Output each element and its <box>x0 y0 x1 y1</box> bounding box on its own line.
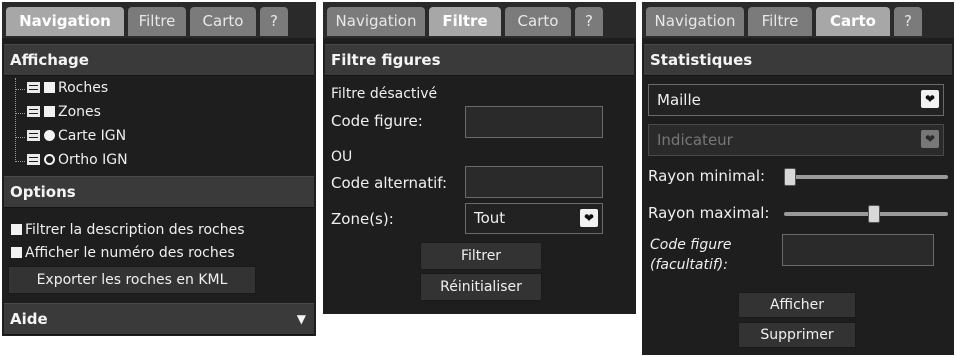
code-alt-label: Code alternatif: <box>331 174 448 192</box>
rayon-max-slider[interactable] <box>784 204 948 224</box>
layer-label: Roches <box>58 80 109 96</box>
tab-carto[interactable]: Carto <box>816 7 890 36</box>
tab-bar: Navigation Filtre Carto ? <box>642 2 954 38</box>
tab-navigation[interactable]: Navigation <box>327 7 425 36</box>
radio-icon[interactable] <box>44 154 55 165</box>
code-figure-input[interactable] <box>782 234 934 266</box>
filtre-panel: Navigation Filtre Carto ? Filtre figures… <box>323 2 636 314</box>
option-filter-description[interactable]: Filtrer la description des roches <box>11 222 245 238</box>
slider-track[interactable] <box>784 212 948 216</box>
option-show-number[interactable]: Afficher le numéro des roches <box>11 245 235 261</box>
option-label: Afficher le numéro des roches <box>25 245 235 261</box>
show-button[interactable]: Afficher <box>738 292 856 318</box>
layer-label: Zones <box>58 104 101 120</box>
tab-help[interactable]: ? <box>260 7 288 36</box>
zones-select[interactable]: Tout ❤ <box>465 203 603 234</box>
section-options[interactable]: Options <box>4 176 314 208</box>
export-kml-button[interactable]: Exporter les roches en KML <box>8 266 256 294</box>
rayon-min-slider[interactable] <box>784 167 948 187</box>
triangle-down-icon[interactable]: ▼ <box>297 304 306 334</box>
zones-value: Tout <box>474 209 506 227</box>
tree-branch <box>15 113 25 114</box>
tab-bar: Navigation Filtre Carto ? <box>323 2 636 38</box>
layer-list-icon <box>27 130 40 141</box>
tab-carto[interactable]: Carto <box>505 7 571 36</box>
checkbox-icon[interactable] <box>11 224 22 235</box>
maille-select[interactable]: Maille ❤ <box>648 84 944 116</box>
layer-item-carte-ign[interactable]: Carte IGN <box>27 128 126 144</box>
radio-icon[interactable] <box>44 130 55 141</box>
maille-value: Maille <box>657 91 701 109</box>
chevron-down-icon[interactable]: ❤ <box>921 130 939 148</box>
filter-button[interactable]: Filtrer <box>420 242 542 270</box>
tab-help[interactable]: ? <box>575 7 603 36</box>
tab-filtre[interactable]: Filtre <box>748 7 812 36</box>
indicateur-value: Indicateur <box>657 131 733 149</box>
rayon-min-label: Rayon minimal: <box>648 167 766 185</box>
tree-branch <box>15 89 25 90</box>
rayon-max-label: Rayon maximal: <box>648 204 770 222</box>
slider-handle-icon[interactable] <box>868 205 880 223</box>
chevron-down-icon[interactable]: ❤ <box>921 90 939 108</box>
code-figure-label: Code figure: <box>331 112 423 130</box>
ou-label: OU <box>331 149 353 165</box>
navigation-panel: Navigation Filtre Carto ? Affichage Roch… <box>2 2 316 336</box>
tab-filtre[interactable]: Filtre <box>128 7 186 36</box>
tab-navigation[interactable]: Navigation <box>646 7 744 36</box>
layer-label: Ortho IGN <box>58 152 128 168</box>
code-alt-input[interactable] <box>465 166 603 198</box>
carto-panel: Navigation Filtre Carto ? Statistiques M… <box>642 2 954 355</box>
chevron-down-icon[interactable]: ❤ <box>580 209 598 227</box>
section-title: Filtre figures <box>331 51 441 69</box>
option-label: Filtrer la description des roches <box>25 222 245 238</box>
code-figure-input[interactable] <box>465 106 603 138</box>
tab-carto[interactable]: Carto <box>190 7 256 36</box>
layer-list-icon <box>27 154 40 165</box>
layer-item-roches[interactable]: Roches <box>27 80 108 96</box>
section-affichage-title: Affichage <box>10 51 89 69</box>
layer-list-icon <box>27 82 40 93</box>
tab-filtre[interactable]: Filtre <box>429 7 501 36</box>
section-aide[interactable]: Aide ▼ <box>4 303 314 335</box>
indicateur-select[interactable]: Indicateur ❤ <box>648 124 944 156</box>
tree-branch <box>15 161 25 162</box>
section-options-title: Options <box>10 183 76 201</box>
section-statistiques[interactable]: Statistiques <box>644 44 952 76</box>
layer-item-zones[interactable]: Zones <box>27 104 101 120</box>
slider-handle-icon[interactable] <box>784 168 796 186</box>
tab-help[interactable]: ? <box>894 7 922 36</box>
checkbox-icon[interactable] <box>44 106 55 117</box>
zones-label: Zone(s): <box>331 210 394 228</box>
delete-button[interactable]: Supprimer <box>738 322 856 348</box>
tree-line <box>15 78 16 162</box>
checkbox-icon[interactable] <box>11 247 22 258</box>
layer-item-ortho-ign[interactable]: Ortho IGN <box>27 152 128 168</box>
tab-bar: Navigation Filtre Carto ? <box>2 2 316 38</box>
slider-track[interactable] <box>784 175 948 179</box>
section-title: Statistiques <box>650 51 753 69</box>
tab-navigation[interactable]: Navigation <box>6 7 124 36</box>
section-affichage[interactable]: Affichage <box>4 44 314 76</box>
tree-branch <box>15 137 25 138</box>
section-aide-title: Aide <box>10 310 48 328</box>
layer-list-icon <box>27 106 40 117</box>
code-figure-label: Code figure <box>650 237 732 253</box>
layer-label: Carte IGN <box>58 128 127 144</box>
filter-status: Filtre désactivé <box>331 86 438 102</box>
code-figure-label-optional: (facultatif): <box>650 257 728 273</box>
reset-button[interactable]: Réinitialiser <box>420 273 542 301</box>
section-filtre-figures[interactable]: Filtre figures <box>325 44 634 76</box>
checkbox-icon[interactable] <box>44 82 55 93</box>
